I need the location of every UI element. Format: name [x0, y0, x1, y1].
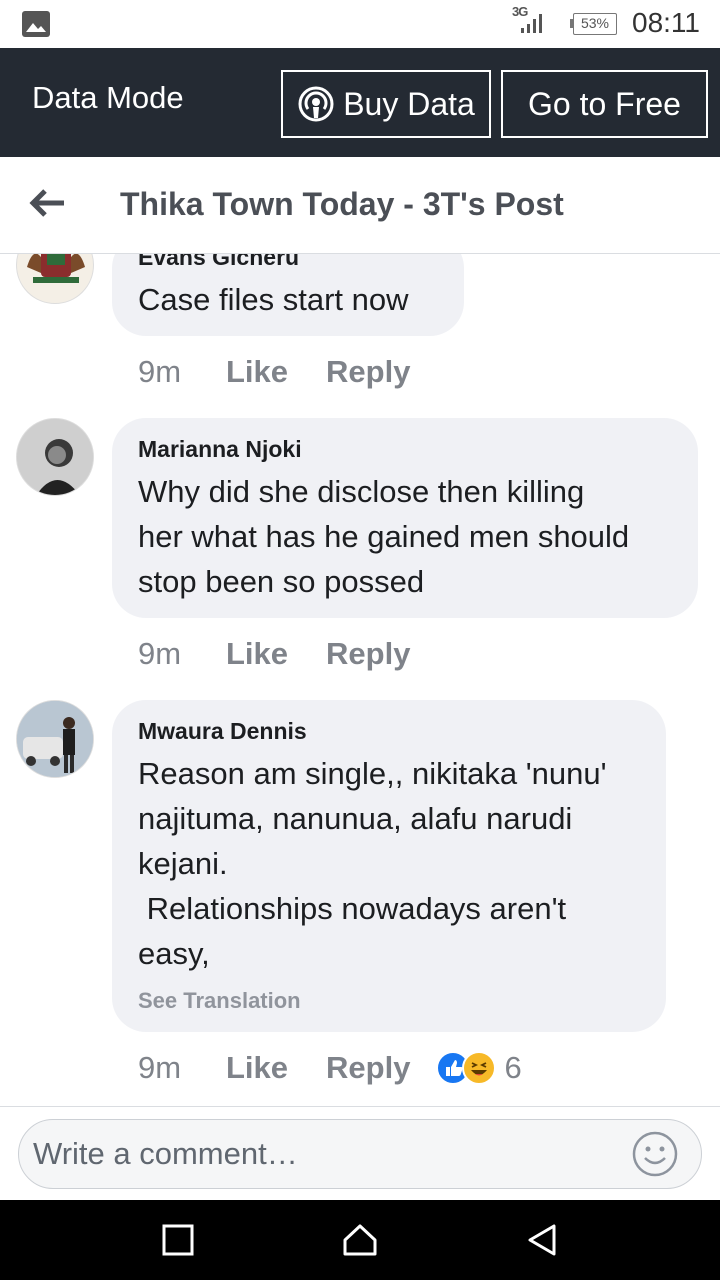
status-bar: 3G 53% 08:11	[0, 0, 720, 48]
signal-bars-icon	[521, 14, 542, 33]
comment-time: 9m	[138, 636, 182, 671]
emoji-icon[interactable]	[631, 1130, 679, 1178]
screen: 3G 53% 08:11 Data Mode Buy Data Go to Fr…	[0, 0, 720, 1280]
clock: 08:11	[632, 7, 700, 38]
go-to-free-button[interactable]: Go to Free	[501, 70, 708, 138]
like-button[interactable]: Like	[226, 1050, 288, 1086]
comment-time: 9m	[138, 354, 182, 389]
comment-bubble[interactable]: Evans Gicheru Case files start now	[112, 254, 464, 336]
avatar[interactable]	[16, 700, 94, 778]
buy-data-label: Buy Data	[343, 85, 475, 122]
go-to-free-label: Go to Free	[528, 85, 681, 122]
user-photo	[17, 701, 93, 777]
page-header: Thika Town Today - 3T's Post	[0, 157, 720, 254]
data-mode-bar: Data Mode Buy Data Go to Free	[0, 48, 720, 157]
comment-bubble[interactable]: Mwaura Dennis Reason am single,, nikitak…	[112, 700, 666, 1032]
system-nav-bar	[0, 1200, 720, 1280]
comment-input[interactable]: Write a comment…	[18, 1119, 702, 1189]
avatar[interactable]	[16, 254, 94, 304]
buy-data-button[interactable]: Buy Data	[281, 70, 491, 138]
comment-author[interactable]: Marianna Njoki	[138, 436, 672, 463]
reply-button[interactable]: Reply	[326, 1050, 410, 1086]
comment-author[interactable]: Evans Gicheru	[138, 254, 438, 271]
comment-text: Why did she disclose then killing her wh…	[138, 474, 630, 599]
back-icon[interactable]	[522, 1220, 562, 1260]
data-mode-title: Data Mode	[32, 80, 184, 115]
user-photo	[17, 419, 93, 495]
haha-reaction-icon	[462, 1051, 497, 1085]
like-button[interactable]: Like	[226, 636, 288, 672]
gallery-icon	[22, 11, 50, 37]
comment-bubble[interactable]: Marianna Njoki Why did she disclose then…	[112, 418, 698, 618]
recent-apps-icon[interactable]	[158, 1220, 198, 1260]
reply-button[interactable]: Reply	[326, 636, 410, 672]
avatar[interactable]	[16, 418, 94, 496]
signal-indicator: 3G	[512, 4, 552, 38]
comment-list: Evans Gicheru Case files start now 9m Li…	[0, 254, 720, 1106]
like-button[interactable]: Like	[226, 354, 288, 390]
comment-actions: 9m Like Reply	[138, 352, 448, 392]
reactions-summary[interactable]: 6	[436, 1050, 522, 1086]
reply-button[interactable]: Reply	[326, 354, 410, 390]
comment-actions: 9m Like Reply 6	[138, 1048, 522, 1088]
coat-of-arms-icon	[27, 254, 85, 283]
comment-text: Reason am single,, nikitaka 'nunu' najit…	[138, 756, 607, 971]
comment-time: 9m	[138, 1050, 182, 1085]
comment-text: Case files start now	[138, 282, 409, 317]
back-arrow-icon[interactable]	[28, 185, 68, 221]
broadcast-icon	[298, 86, 334, 122]
see-translation-link[interactable]: See Translation	[138, 988, 640, 1014]
home-icon[interactable]	[340, 1220, 380, 1260]
comment-actions: 9m Like Reply	[138, 634, 448, 674]
battery-indicator: 53%	[573, 13, 617, 35]
comment-author[interactable]: Mwaura Dennis	[138, 718, 640, 745]
comment-composer: Write a comment…	[0, 1106, 720, 1201]
reaction-count: 6	[504, 1050, 522, 1085]
page-title: Thika Town Today - 3T's Post	[120, 186, 564, 222]
